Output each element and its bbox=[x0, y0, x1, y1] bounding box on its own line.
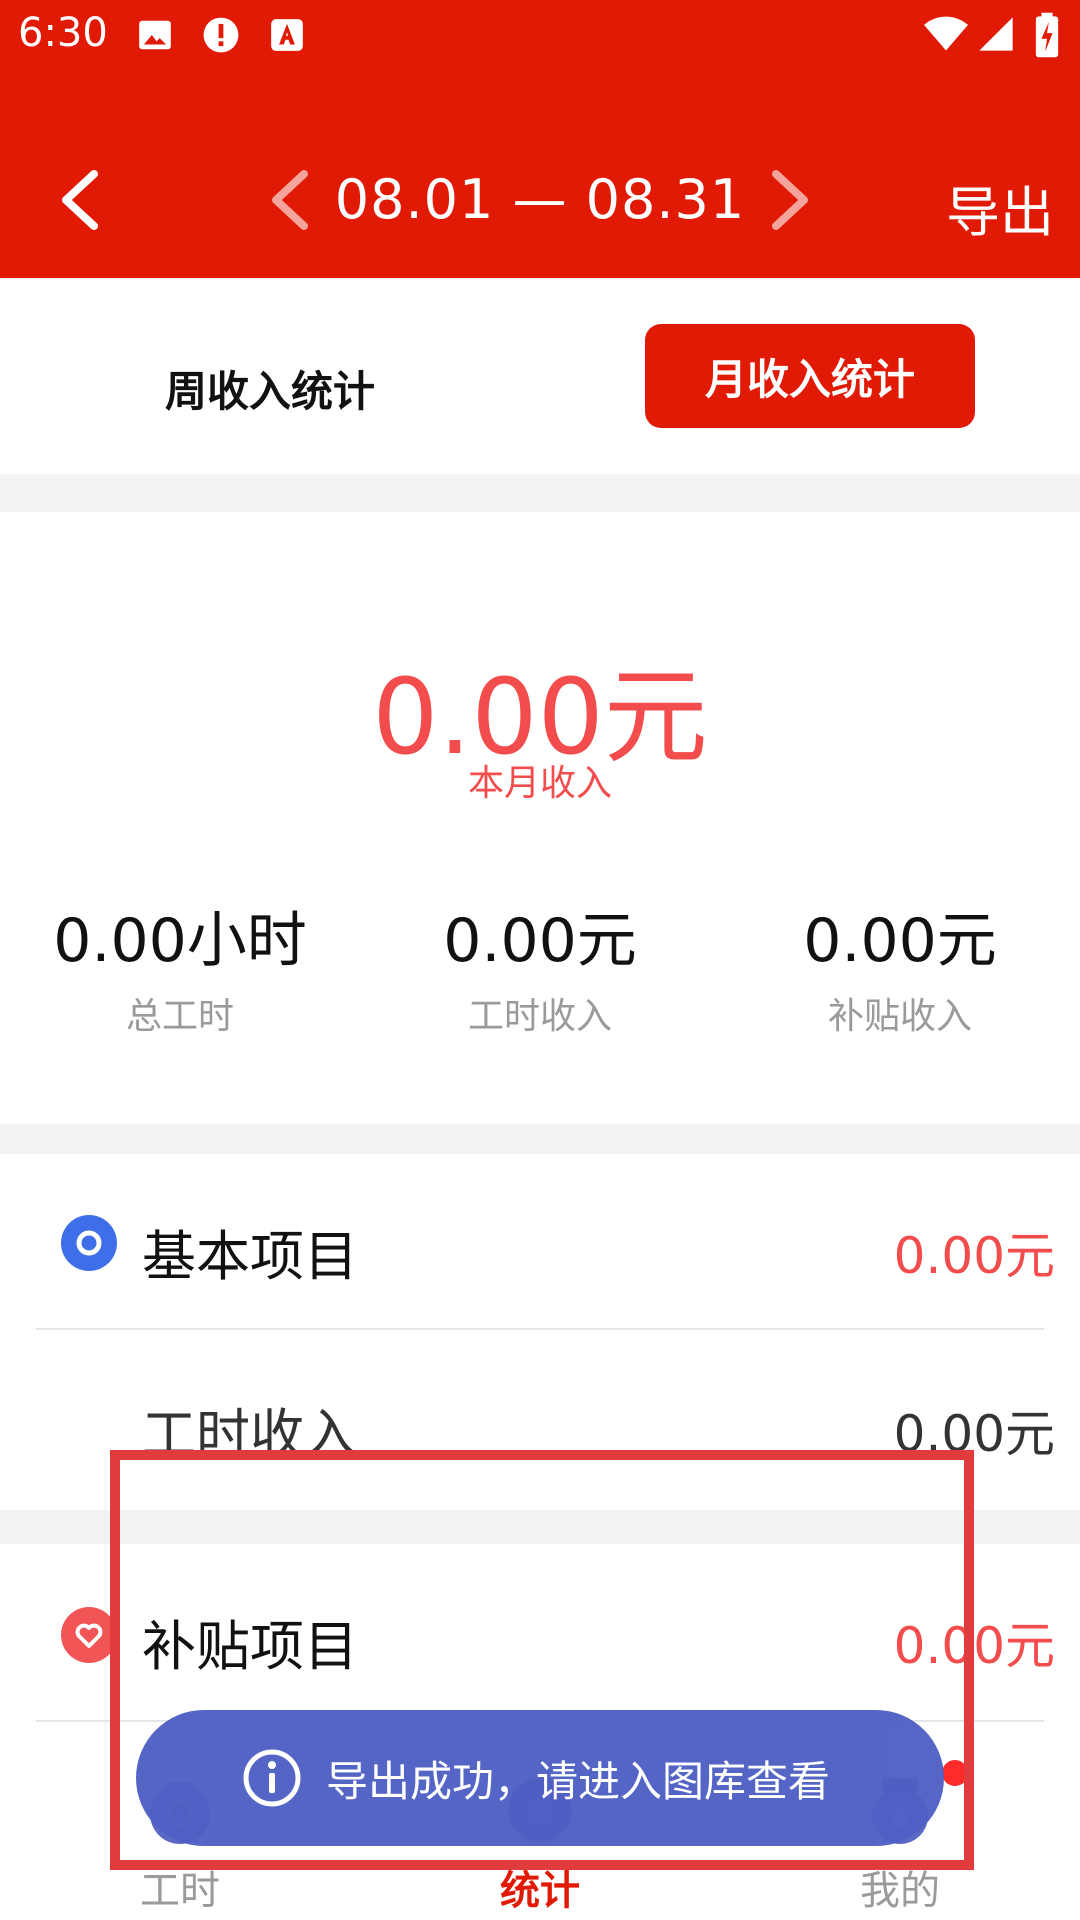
gallery-notification-icon bbox=[139, 20, 171, 50]
section-gap bbox=[0, 1124, 1080, 1154]
next-month-icon[interactable] bbox=[768, 168, 812, 232]
income-summary: 0.00元 本月收入 0.00小时 总工时 0.00元 工时收入 0.00元 补… bbox=[0, 512, 1080, 1124]
app-notification-icon bbox=[271, 19, 303, 51]
stat-label: 总工时 bbox=[125, 996, 234, 1037]
stat-value: 0.00小时 bbox=[53, 906, 307, 976]
prev-month-icon[interactable] bbox=[268, 168, 312, 232]
tab-month-income[interactable]: 月收入统计 bbox=[645, 324, 975, 428]
tab-week-income[interactable]: 周收入统计 bbox=[100, 358, 440, 419]
status-bar: 6:30 bbox=[0, 0, 1080, 74]
stat-label: 补贴收入 bbox=[827, 996, 972, 1037]
toast-text: 导出成功，请进入图库查看 bbox=[326, 1756, 831, 1806]
signal-icon bbox=[979, 17, 1013, 51]
section-gap bbox=[0, 474, 1080, 512]
stat-subsidy-income: 0.00元 补贴收入 bbox=[720, 892, 1080, 1039]
basic-items-title: 基本项目 bbox=[142, 1225, 358, 1288]
alert-notification-icon bbox=[203, 17, 239, 53]
info-icon bbox=[243, 1749, 301, 1807]
basic-items-total: 0.00元 bbox=[893, 1227, 1055, 1285]
stat-total-hours: 0.00小时 总工时 bbox=[0, 892, 360, 1039]
month-income-label: 本月收入 bbox=[467, 763, 612, 804]
stat-label: 工时收入 bbox=[467, 996, 612, 1037]
stats-tabs: 周收入统计 月收入统计 bbox=[0, 278, 1080, 474]
stat-value: 0.00元 bbox=[443, 906, 637, 976]
date-range: 08.01 — 08.31 bbox=[334, 168, 746, 231]
divider bbox=[36, 1328, 1044, 1330]
status-time: 6:30 bbox=[18, 10, 108, 56]
stat-hour-income: 0.00元 工时收入 bbox=[360, 892, 720, 1039]
toast-message: 导出成功，请进入图库查看 bbox=[136, 1710, 944, 1846]
battery-charging-icon bbox=[1035, 12, 1059, 58]
stat-value: 0.00元 bbox=[803, 906, 997, 976]
wifi-icon bbox=[924, 16, 968, 51]
export-button[interactable]: 导出 bbox=[946, 168, 1054, 247]
blue-dot-icon bbox=[61, 1215, 117, 1271]
back-arrow-icon[interactable] bbox=[58, 168, 102, 232]
app-header: 6:30 08.01 — 08.31 导出 bbox=[0, 0, 1080, 278]
nav-bar: 08.01 — 08.31 导出 bbox=[0, 120, 1080, 278]
